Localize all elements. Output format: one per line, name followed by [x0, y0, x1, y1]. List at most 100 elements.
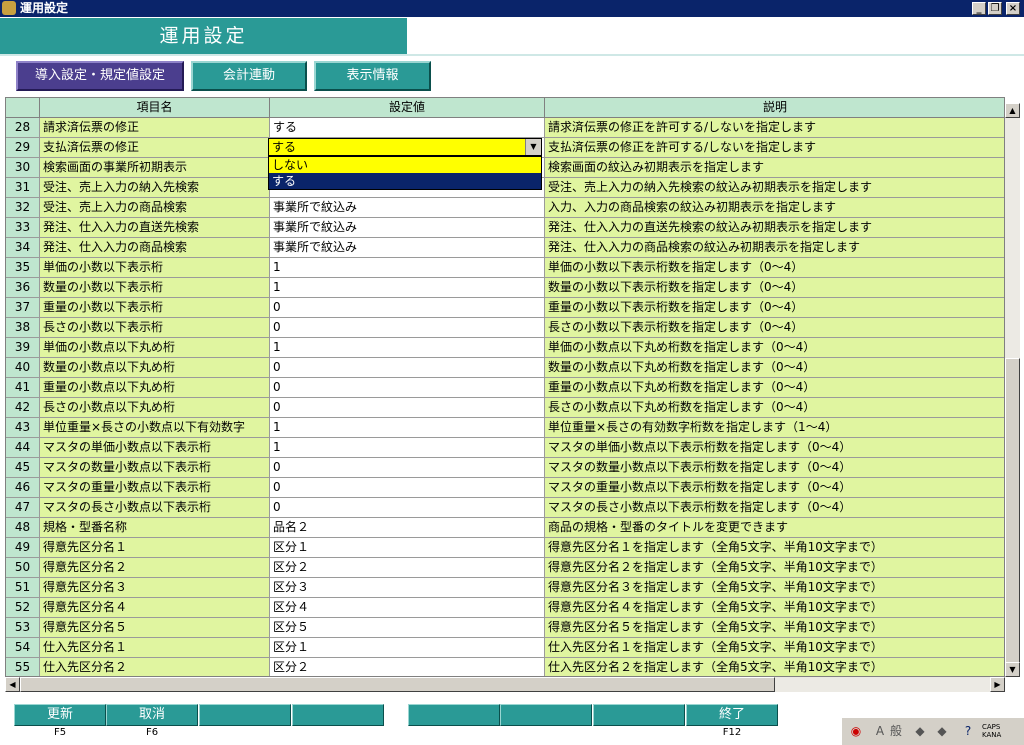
table-row[interactable]: 36 数量の小数以下表示桁 1 数量の小数以下表示桁数を指定します（0～4） — [6, 278, 1004, 298]
description-cell: 得意先区分名２を指定します（全角5文字、半角10文字まで） — [545, 558, 1004, 578]
col-header-description[interactable]: 説明 — [545, 98, 1004, 118]
setting-value-cell[interactable]: 1 — [270, 438, 545, 458]
function-key-button-1[interactable]: 更新 — [14, 704, 106, 726]
description-cell: マスタの単価小数点以下表示桁数を指定します（0～4） — [545, 438, 1004, 458]
maximize-button[interactable]: ❐ — [988, 2, 1002, 15]
ime-mode-label[interactable]: 般 — [888, 723, 904, 739]
table-row[interactable]: 52 得意先区分名４ 区分４ 得意先区分名４を指定します（全角5文字、半角10文字まで… — [6, 598, 1004, 618]
setting-value-cell[interactable]: 区分４ — [270, 598, 545, 618]
horizontal-scroll-thumb[interactable] — [20, 677, 775, 692]
function-key-button-4[interactable] — [292, 704, 384, 726]
setting-value-cell[interactable]: 区分３ — [270, 578, 545, 598]
setting-value-cell[interactable]: 区分１ — [270, 638, 545, 658]
table-row[interactable]: 32 受注、売上入力の商品検索 事業所で紋込み 入力、入力の商品検索の紋込み初期表示を… — [6, 198, 1004, 218]
setting-value-cell[interactable]: 区分２ — [270, 658, 545, 676]
setting-value-cell[interactable]: 品名２ — [270, 518, 545, 538]
table-row[interactable]: 51 得意先区分名３ 区分３ 得意先区分名３を指定します（全角5文字、半角10文字まで… — [6, 578, 1004, 598]
setting-value-cell[interactable]: 0 — [270, 318, 545, 338]
combo-dropdown-arrow-icon[interactable]: ▼ — [525, 139, 541, 155]
setting-value-cell[interactable]: 区分２ — [270, 558, 545, 578]
col-header-setting-value[interactable]: 設定値 — [270, 98, 545, 118]
table-row[interactable]: 48 規格・型番名称 品名２ 商品の規格・型番のタイトルを変更できます — [6, 518, 1004, 538]
help-icon[interactable]: ? — [960, 723, 976, 739]
setting-value-cell[interactable]: 0 — [270, 458, 545, 478]
function-key-button-7[interactable] — [593, 704, 685, 726]
table-row[interactable]: 28 請求済伝票の修正 する 請求済伝票の修正を許可する/しないを指定します — [6, 118, 1004, 138]
item-name-cell: 重量の小数点以下丸め桁 — [40, 378, 270, 398]
item-name-cell: 得意先区分名１ — [40, 538, 270, 558]
tool-icon[interactable]: ◆ — [912, 723, 928, 739]
table-row[interactable]: 53 得意先区分名５ 区分５ 得意先区分名５を指定します（全角5文字、半角10文字まで… — [6, 618, 1004, 638]
function-key-button-8[interactable]: 終了 — [686, 704, 778, 726]
table-row[interactable]: 41 重量の小数点以下丸め桁 0 重量の小数点以下丸め桁数を指定します（0～4） — [6, 378, 1004, 398]
table-row[interactable]: 45 マスタの数量小数点以下表示桁 0 マスタの数量小数点以下表示桁数を指定します（0… — [6, 458, 1004, 478]
setting-value-cell[interactable]: 0 — [270, 398, 545, 418]
col-header-item-name[interactable]: 項目名 — [40, 98, 270, 118]
setting-value-cell[interactable]: 0 — [270, 378, 545, 398]
description-cell: 仕入先区分名２を指定します（全角5文字、半角10文字まで） — [545, 658, 1004, 676]
function-key-button-5[interactable] — [408, 704, 500, 726]
setting-value-cell[interactable]: 区分１ — [270, 538, 545, 558]
setting-value-cell[interactable]: 1 — [270, 258, 545, 278]
window-titlebar: 運用設定 _ ❐ × — [0, 0, 1024, 17]
table-row[interactable]: 47 マスタの長さ小数点以下表示桁 0 マスタの長さ小数点以下表示桁数を指定します（0… — [6, 498, 1004, 518]
item-name-cell: 規格・型番名称 — [40, 518, 270, 538]
description-cell: マスタの数量小数点以下表示桁数を指定します（0～4） — [545, 458, 1004, 478]
setting-value-cell[interactable]: 0 — [270, 498, 545, 518]
description-cell: 単価の小数以下表示桁数を指定します（0～4） — [545, 258, 1004, 278]
scroll-right-arrow-icon[interactable]: ▶ — [990, 677, 1005, 692]
minimize-button[interactable]: _ — [972, 2, 986, 15]
setting-combo[interactable]: する ▼ — [268, 138, 542, 156]
table-row[interactable]: 38 長さの小数以下表示桁 0 長さの小数以下表示桁数を指定します（0～4） — [6, 318, 1004, 338]
vertical-scroll-thumb[interactable] — [1005, 358, 1020, 663]
description-cell: マスタの重量小数点以下表示桁数を指定します（0～4） — [545, 478, 1004, 498]
table-row[interactable]: 44 マスタの単価小数点以下表示桁 1 マスタの単価小数点以下表示桁数を指定します（0… — [6, 438, 1004, 458]
table-row[interactable]: 42 長さの小数点以下丸め桁 0 長さの小数点以下丸め桁数を指定します（0～4） — [6, 398, 1004, 418]
function-key-button-2[interactable]: 取消 — [106, 704, 198, 726]
ime-icon[interactable]: ◉ — [848, 723, 864, 739]
setting-value-cell[interactable]: 0 — [270, 478, 545, 498]
horizontal-scrollbar[interactable]: ◀ ▶ — [5, 677, 1005, 692]
setting-value-cell[interactable]: 0 — [270, 358, 545, 378]
table-row[interactable]: 34 発注、仕入入力の商品検索 事業所で紋込み 発注、仕入入力の商品検索の紋込み初期表… — [6, 238, 1004, 258]
table-row[interactable]: 50 得意先区分名２ 区分２ 得意先区分名２を指定します（全角5文字、半角10文字まで… — [6, 558, 1004, 578]
setting-value-cell[interactable]: 0 — [270, 298, 545, 318]
input-mode-a-icon[interactable]: A — [872, 723, 888, 739]
vertical-scrollbar[interactable]: ▲ ▼ — [1005, 103, 1020, 677]
table-row[interactable]: 46 マスタの重量小数点以下表示桁 0 マスタの重量小数点以下表示桁数を指定します（0… — [6, 478, 1004, 498]
table-row[interactable]: 40 数量の小数点以下丸め桁 0 数量の小数点以下丸め桁数を指定します（0～4） — [6, 358, 1004, 378]
function-key-button-3[interactable] — [199, 704, 291, 726]
item-name-cell: 数量の小数以下表示桁 — [40, 278, 270, 298]
shield-icon[interactable]: ◆ — [934, 723, 950, 739]
scroll-down-arrow-icon[interactable]: ▼ — [1005, 662, 1020, 677]
close-button[interactable]: × — [1006, 2, 1020, 15]
tab-accounting-link[interactable]: 会計連動 — [191, 61, 307, 91]
item-name-cell: 単価の小数以下表示桁 — [40, 258, 270, 278]
table-row[interactable]: 39 単価の小数点以下丸め桁 1 単価の小数点以下丸め桁数を指定します（0～4） — [6, 338, 1004, 358]
tab-display-info[interactable]: 表示情報 — [314, 61, 431, 91]
combo-option-suru[interactable]: する — [269, 173, 541, 189]
item-name-cell: マスタの単価小数点以下表示桁 — [40, 438, 270, 458]
setting-value-cell[interactable]: 1 — [270, 278, 545, 298]
setting-value-cell[interactable]: 1 — [270, 418, 545, 438]
setting-value-cell[interactable]: 事業所で紋込み — [270, 238, 545, 258]
setting-value-cell[interactable]: 区分５ — [270, 618, 545, 638]
table-row[interactable]: 43 単位重量×長さの小数点以下有効数字 1 単位重量×長さの有効数字桁数を指定します… — [6, 418, 1004, 438]
setting-value-cell[interactable]: 1 — [270, 338, 545, 358]
table-row[interactable]: 55 仕入先区分名２ 区分２ 仕入先区分名２を指定します（全角5文字、半角10文字まで… — [6, 658, 1004, 676]
table-row[interactable]: 33 発注、仕入入力の直送先検索 事業所で紋込み 発注、仕入入力の直送先検索の紋込み初… — [6, 218, 1004, 238]
function-key-button-6[interactable] — [500, 704, 592, 726]
table-row[interactable]: 54 仕入先区分名１ 区分１ 仕入先区分名１を指定します（全角5文字、半角10文字まで… — [6, 638, 1004, 658]
scroll-left-arrow-icon[interactable]: ◀ — [5, 677, 20, 692]
setting-value-cell[interactable]: 事業所で紋込み — [270, 218, 545, 238]
description-cell: 単位重量×長さの有効数字桁数を指定します（1～4） — [545, 418, 1004, 438]
setting-value-cell[interactable]: する — [270, 118, 545, 138]
scroll-up-arrow-icon[interactable]: ▲ — [1005, 103, 1020, 118]
combo-option-shinai[interactable]: しない — [269, 157, 541, 173]
table-row[interactable]: 35 単価の小数以下表示桁 1 単価の小数以下表示桁数を指定します（0～4） — [6, 258, 1004, 278]
function-key-label-6 — [500, 726, 592, 740]
tab-initial-settings[interactable]: 導入設定・規定値設定 — [16, 61, 184, 91]
table-row[interactable]: 37 重量の小数以下表示桁 0 重量の小数以下表示桁数を指定します（0～4） — [6, 298, 1004, 318]
setting-value-cell[interactable]: 事業所で紋込み — [270, 198, 545, 218]
table-row[interactable]: 49 得意先区分名１ 区分１ 得意先区分名１を指定します（全角5文字、半角10文字まで… — [6, 538, 1004, 558]
